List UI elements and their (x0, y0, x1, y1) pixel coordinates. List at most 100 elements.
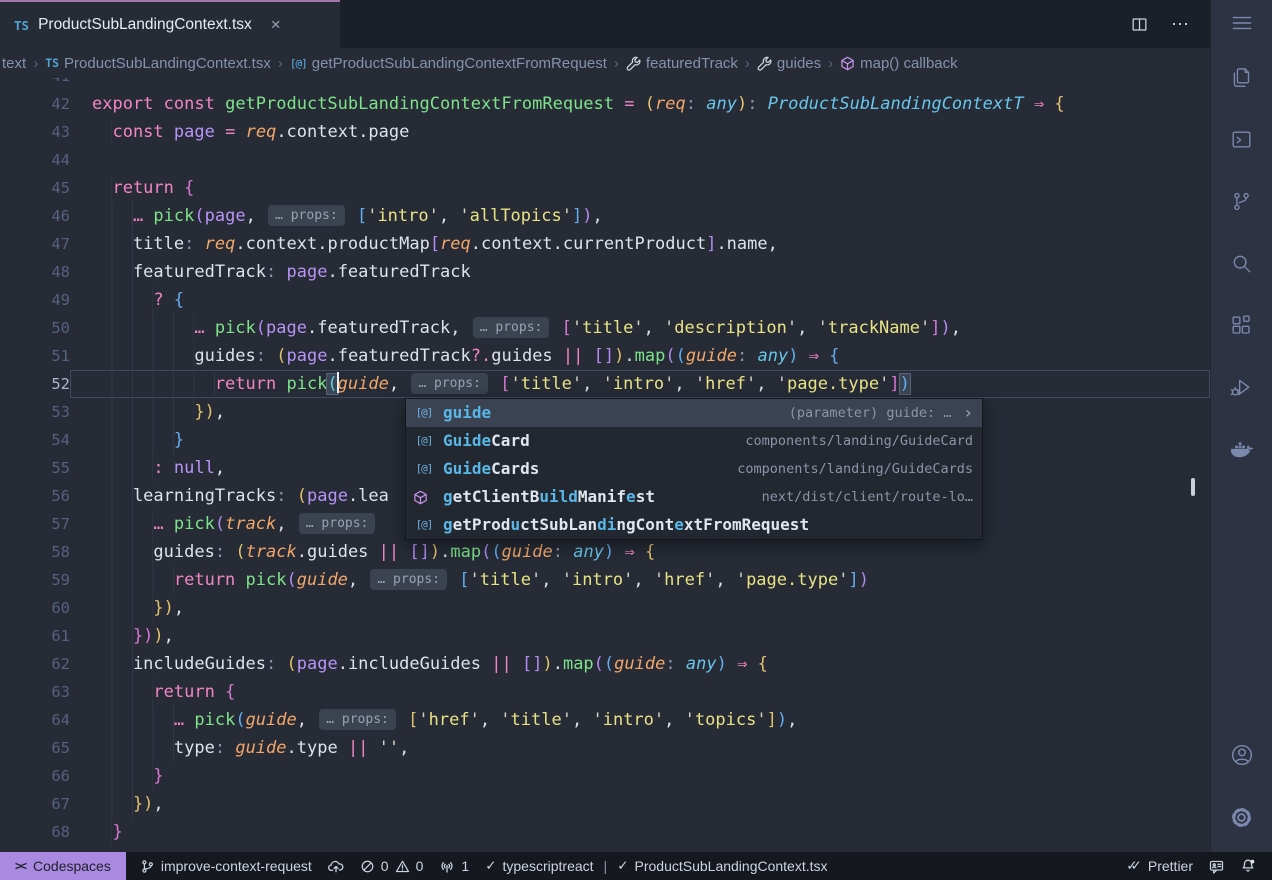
indent-guides (92, 202, 133, 230)
code-line[interactable]: 46… pick(page, … props: ['intro', 'allTo… (0, 202, 1210, 230)
code-line[interactable]: 68} (0, 818, 1210, 846)
line-number[interactable]: 61 (0, 622, 70, 650)
line-number[interactable]: 48 (0, 258, 70, 286)
status-item-branch[interactable]: improve-context-request (132, 858, 320, 874)
line-number[interactable]: 49 (0, 286, 70, 314)
suggestion-item[interactable]: [@]GuideCardcomponents/landing/GuideCard (406, 427, 982, 455)
line-number[interactable]: 51 (0, 342, 70, 370)
line-number[interactable]: 66 (0, 762, 70, 790)
breadcrumb-item[interactable]: map() callback (840, 55, 958, 72)
code-line[interactable]: 47title: req.context.productMap[req.cont… (0, 230, 1210, 258)
line-number[interactable]: 41 (0, 78, 70, 90)
line-number[interactable]: 47 (0, 230, 70, 258)
code-line[interactable]: 51guides: (page.featuredTrack?.guides ||… (0, 342, 1210, 370)
suggestion-item[interactable]: [@]getProductSubLandingContextFromReques… (406, 511, 982, 539)
code-line[interactable]: 67}), (0, 790, 1210, 818)
code-line[interactable]: 66} (0, 762, 1210, 790)
breadcrumb-item[interactable]: guides (757, 55, 821, 72)
activity-item-settings[interactable] (1211, 786, 1272, 848)
line-number[interactable]: 59 (0, 566, 70, 594)
code-line[interactable]: 41 (0, 78, 1210, 90)
activity-item-run-debug[interactable] (1211, 356, 1272, 418)
activity-item-explorer[interactable] (1211, 46, 1272, 108)
status-item-prettier[interactable]: ✓✓Prettier (1118, 858, 1201, 874)
more-actions-icon[interactable]: ⋯ (1171, 14, 1190, 35)
line-number[interactable]: 65 (0, 734, 70, 762)
line-number[interactable]: 42 (0, 90, 70, 118)
suggestion-item[interactable]: [@]guide(parameter) guide: …› (406, 399, 982, 427)
suggestion-label: getClientBuildManifest (443, 483, 655, 511)
line-number[interactable]: 52 (0, 370, 70, 398)
activity-item-account[interactable] (1211, 724, 1272, 786)
line-number[interactable]: 55 (0, 454, 70, 482)
code-token: ' (705, 570, 715, 590)
line-number[interactable]: 68 (0, 818, 70, 846)
code-line[interactable]: 62includeGuides: (page.includeGuides || … (0, 650, 1210, 678)
line-number[interactable]: 43 (0, 118, 70, 146)
code-line[interactable]: 58guides: (track.guides || []).map((guid… (0, 538, 1210, 566)
code-token: , (164, 626, 174, 646)
tab-productsublandingcontext[interactable]: TS ProductSubLandingContext.tsx × (0, 0, 340, 48)
code-line[interactable]: 64… pick(guide, … props: ['href', 'title… (0, 706, 1210, 734)
line-number[interactable]: 45 (0, 174, 70, 202)
code-line[interactable]: 63return { (0, 678, 1210, 706)
error-count-icon (360, 859, 375, 874)
status-label: ProductSubLandingContext.tsx (635, 858, 828, 874)
suggestion-item[interactable]: [@]GuideCardscomponents/landing/GuideCar… (406, 455, 982, 483)
line-number[interactable]: 62 (0, 650, 70, 678)
code-line[interactable]: 44 (0, 146, 1210, 174)
line-number[interactable]: 69 (0, 846, 70, 852)
code-line[interactable]: 49? { (0, 286, 1210, 314)
line-number[interactable]: 53 (0, 398, 70, 426)
code-token: track (246, 542, 297, 562)
activity-item-docker[interactable] (1211, 418, 1272, 480)
status-item-sync[interactable] (320, 858, 352, 874)
line-number[interactable]: 54 (0, 426, 70, 454)
line-number[interactable]: 46 (0, 202, 70, 230)
line-number[interactable]: 67 (0, 790, 70, 818)
split-editor-icon[interactable] (1130, 15, 1149, 34)
status-item-ports[interactable]: 1 (431, 858, 477, 874)
breadcrumb-item[interactable]: featuredTrack (626, 55, 738, 72)
breadcrumb-item[interactable]: TSProductSubLandingContext.tsx (45, 55, 271, 72)
code-line[interactable]: 48featuredTrack: page.featuredTrack (0, 258, 1210, 286)
code-line[interactable]: 52return pick(guide, … props: ['title', … (0, 370, 1210, 398)
activity-item-source-control[interactable] (1211, 170, 1272, 232)
line-number[interactable]: 60 (0, 594, 70, 622)
code-line[interactable]: 65type: guide.type || '', (0, 734, 1210, 762)
line-number[interactable]: 57 (0, 510, 70, 538)
line-number[interactable]: 64 (0, 706, 70, 734)
status-item-problems[interactable]: 00 (352, 858, 432, 874)
status-item-file-indicator[interactable]: ✓ProductSubLandingContext.tsx (609, 858, 835, 874)
status-item-notifications[interactable] (1232, 858, 1264, 874)
line-number[interactable]: 50 (0, 314, 70, 342)
line-number[interactable]: 58 (0, 538, 70, 566)
code-line[interactable]: 42export const getProductSubLandingConte… (0, 90, 1210, 118)
breadcrumb-item[interactable]: text (2, 55, 26, 72)
code-line[interactable]: 61})), (0, 622, 1210, 650)
code-line[interactable]: 43const page = req.context.page (0, 118, 1210, 146)
code-token: ) (717, 654, 727, 674)
status-item-language-indicator[interactable]: ✓typescriptreact (477, 858, 601, 874)
code-editor[interactable]: 4142export const getProductSubLandingCon… (0, 78, 1210, 852)
suggestion-item[interactable]: getClientBuildManifestnext/dist/client/r… (406, 483, 982, 511)
code-line[interactable]: 69} (0, 846, 1210, 852)
status-item-remote[interactable]: >< Codespaces (0, 852, 126, 880)
close-icon[interactable]: × (271, 15, 281, 35)
chevron-right-icon[interactable]: › (963, 399, 973, 427)
activity-item-search[interactable] (1211, 232, 1272, 294)
suggestion-label: GuideCard (443, 427, 530, 455)
code-token: ' (572, 374, 582, 394)
activity-item-menu[interactable] (1211, 0, 1272, 46)
code-line[interactable]: 60}), (0, 594, 1210, 622)
status-item-feedback[interactable] (1201, 859, 1232, 874)
line-number[interactable]: 63 (0, 678, 70, 706)
code-line[interactable]: 59return pick(guide, … props: ['title', … (0, 566, 1210, 594)
line-number[interactable]: 56 (0, 482, 70, 510)
line-number[interactable]: 44 (0, 146, 70, 174)
activity-item-terminal[interactable] (1211, 108, 1272, 170)
code-line[interactable]: 50… pick(page.featuredTrack, … props: ['… (0, 314, 1210, 342)
code-line[interactable]: 45return { (0, 174, 1210, 202)
activity-item-extensions[interactable] (1211, 294, 1272, 356)
breadcrumb-item[interactable]: [@]getProductSubLandingContextFromReques… (290, 55, 607, 72)
